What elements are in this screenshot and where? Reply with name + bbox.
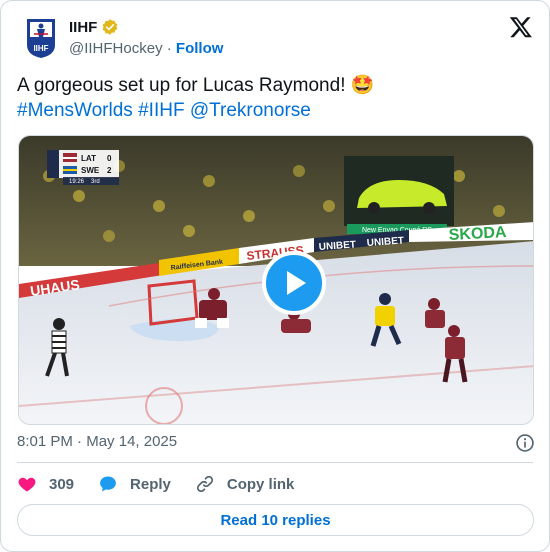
like-button[interactable]: 309	[17, 474, 74, 494]
author-handle[interactable]: @IIHFHockey	[69, 40, 163, 57]
video-player[interactable]: New Enyaq Coupé RS UHAUS Raiffeisen Bank…	[18, 135, 534, 425]
author-name-row: IIHF	[69, 18, 119, 36]
tweet-card: IIHF IIHF @IIHFHockey · Follow A gorgeou…	[0, 0, 550, 552]
scoreboard-score1: 0	[107, 154, 112, 163]
like-count: 309	[49, 475, 75, 493]
timestamp-row: 8:01 PM · May 14, 2025	[17, 433, 535, 453]
link-icon	[196, 475, 213, 493]
avatar-logo-text: IIHF	[33, 44, 48, 53]
tweet-time[interactable]: 8:01 PM	[17, 433, 73, 450]
scoreboard-score2: 2	[107, 166, 112, 175]
action-bar: 309 Reply Copy link	[17, 473, 318, 495]
scoreboard-team2: SWE	[81, 166, 100, 175]
play-button[interactable]	[262, 251, 326, 315]
scoreboard-team1: LAT	[81, 154, 96, 163]
separator-dot: ·	[166, 40, 172, 57]
read-replies-button[interactable]: Read 10 replies	[17, 504, 534, 536]
tweet-text: A gorgeous set up for Lucas Raymond! 🤩 #…	[17, 73, 517, 123]
hashtag-iihf[interactable]: #IIHF	[138, 100, 184, 121]
reply-label: Reply	[130, 475, 171, 493]
tweet-date[interactable]: May 14, 2025	[86, 433, 177, 450]
hashtag-mensworlds[interactable]: #MensWorlds	[17, 100, 133, 121]
copy-link-label: Copy link	[226, 475, 295, 493]
timestamp-separator: ·	[77, 433, 83, 450]
play-icon	[287, 271, 306, 295]
reply-bubble-icon	[100, 476, 116, 492]
follow-button[interactable]: Follow	[176, 40, 224, 57]
heart-icon	[18, 477, 36, 492]
tweet-body: A gorgeous set up for Lucas Raymond! 🤩	[17, 75, 375, 96]
divider	[17, 462, 533, 463]
verified-badge-icon	[101, 18, 119, 36]
author-name[interactable]: IIHF	[69, 19, 97, 36]
scoreboard-period: 3rd	[91, 179, 100, 185]
author-handle-row: @IIHFHockey · Follow	[69, 40, 223, 57]
info-icon[interactable]	[515, 433, 535, 453]
tweet-header: IIHF IIHF @IIHFHockey · Follow	[17, 13, 533, 61]
reply-button[interactable]: Reply	[98, 474, 171, 494]
avatar[interactable]: IIHF	[23, 15, 59, 59]
board-text-skoda: SKODA	[448, 224, 507, 244]
mention-trekronorse[interactable]: @Trekronorse	[190, 100, 311, 121]
scoreboard-clock: 19:26	[69, 179, 85, 185]
copy-link-button[interactable]: Copy link	[195, 474, 295, 494]
x-logo-icon[interactable]	[509, 15, 533, 39]
